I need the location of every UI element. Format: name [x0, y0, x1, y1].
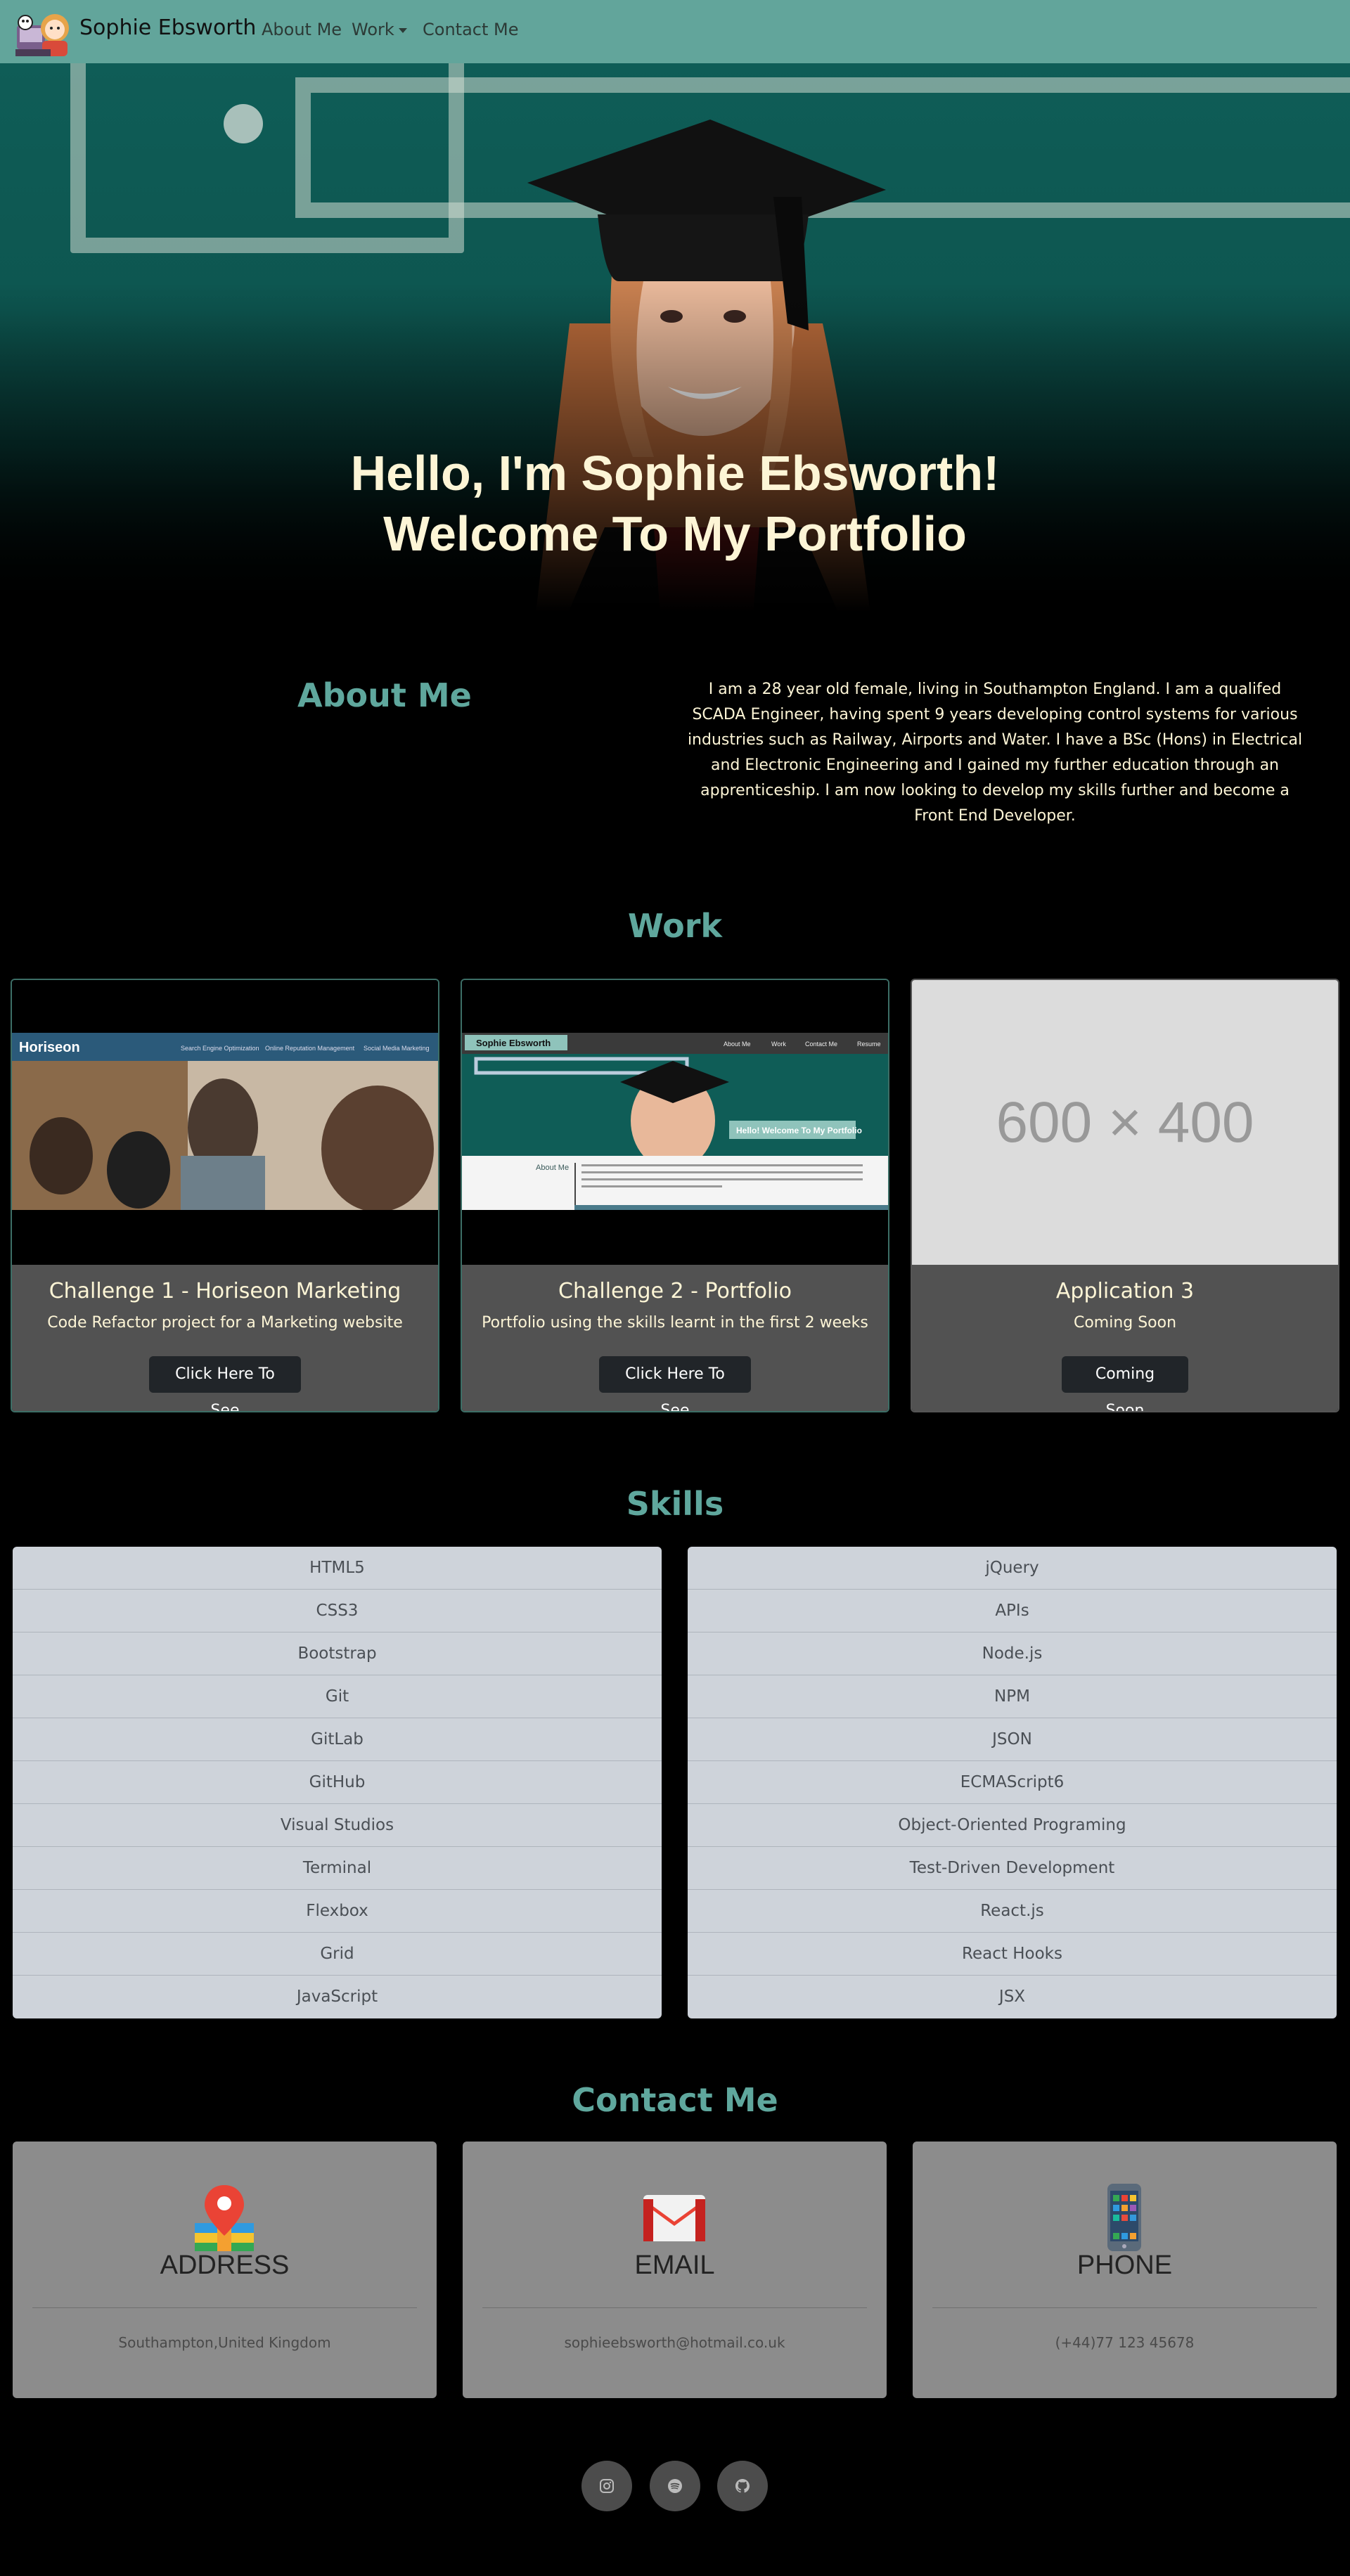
card-body: Challenge 1 - Horiseon Marketing Code Re… — [12, 1265, 438, 1411]
card-thumbnail: Horiseon Search Engine Optimization Onli… — [12, 980, 438, 1265]
skills-heading: Skills — [626, 1485, 724, 1523]
work-card: Sophie Ebsworth About Me Work Contact Me… — [461, 979, 889, 1412]
contact-email-value[interactable]: sophieebsworth@hotmail.co.uk — [463, 2334, 887, 2351]
contact-title: ADDRESS — [160, 2250, 290, 2280]
list-item: Grid — [13, 1933, 662, 1976]
navbar: Sophie Ebsworth About Me Work Contact Me — [0, 0, 1350, 63]
github-icon — [735, 2479, 750, 2493]
card-body: Challenge 2 - Portfolio Portfolio using … — [462, 1265, 888, 1411]
list-item: Test-Driven Development — [688, 1847, 1337, 1890]
list-item: JSX — [688, 1976, 1337, 2018]
list-item: React.js — [688, 1890, 1337, 1933]
list-item: Bootstrap — [13, 1632, 662, 1675]
card-text: Portfolio using the skills learnt in the… — [482, 1314, 868, 1332]
avatar-logo-icon[interactable] — [15, 7, 75, 58]
instagram-icon — [600, 2479, 614, 2493]
list-item: Flexbox — [13, 1890, 662, 1933]
contact-heading: Contact Me — [572, 2081, 778, 2119]
horiseon-thumbnail-image: Horiseon Search Engine Optimization Onli… — [12, 1033, 438, 1265]
card-text: Code Refactor project for a Marketing we… — [47, 1314, 403, 1332]
portfolio-thumbnail-image: Sophie Ebsworth About Me Work Contact Me… — [462, 1033, 888, 1265]
divider — [32, 2307, 417, 2308]
about-heading: About Me — [297, 676, 472, 714]
list-item: JavaScript — [13, 1976, 662, 2018]
list-item: Visual Studios — [13, 1804, 662, 1847]
hero-title-line-1: Hello, I'm Sophie Ebsworth! — [350, 446, 1000, 501]
thumb-nav-1: Search Engine Optimization — [181, 1045, 259, 1052]
list-item: GitHub — [13, 1761, 662, 1804]
view-project-button[interactable]: Click Here To See — [599, 1356, 751, 1411]
skills-list-right: jQuery APIs Node.js NPM JSON ECMAScript6… — [688, 1547, 1337, 2018]
work-heading: Work — [628, 907, 722, 945]
nav-work-dropdown[interactable]: Work — [352, 20, 407, 39]
nav-contact-link[interactable]: Contact Me — [423, 20, 518, 39]
contact-address-value: Southampton,United Kingdom — [118, 2334, 331, 2351]
divider — [932, 2307, 1317, 2308]
brand-name[interactable]: Sophie Ebsworth — [79, 15, 256, 40]
list-item: Git — [13, 1675, 662, 1718]
list-item: NPM — [688, 1675, 1337, 1718]
nav-work-label: Work — [352, 20, 394, 39]
contact-phone-value[interactable]: (+44)77 123 45678 — [913, 2334, 1337, 2351]
list-item: jQuery — [688, 1547, 1337, 1590]
card-title: Challenge 1 - Horiseon Marketing — [49, 1279, 401, 1303]
divider — [482, 2307, 867, 2308]
gmail-icon[interactable] — [639, 2182, 709, 2253]
map-pin-icon — [195, 2185, 254, 2251]
thumb-hero: Hello! Welcome To My Portfolio — [736, 1126, 862, 1135]
coming-soon-button[interactable]: Coming Soon — [1062, 1356, 1188, 1411]
contact-title: PHONE — [1076, 2250, 1173, 2280]
about-text: I am a 28 year old female, living in Sou… — [687, 681, 1303, 825]
contact-card-address: ADDRESS Southampton,United Kingdom — [13, 2142, 437, 2398]
spotify-icon — [668, 2479, 682, 2493]
card-text: Coming Soon — [1073, 1314, 1177, 1332]
list-item: Terminal — [13, 1847, 662, 1890]
contact-card-phone: PHONE (+44)77 123 45678 — [913, 2142, 1337, 2398]
instagram-button[interactable] — [581, 2461, 632, 2511]
hero-title-line-2: Welcome To My Portfolio — [383, 506, 967, 561]
thumb-brand: Sophie Ebsworth — [476, 1038, 551, 1048]
view-project-button[interactable]: Click Here To See — [149, 1356, 301, 1411]
list-item: HTML5 — [13, 1547, 662, 1590]
list-item: CSS3 — [13, 1590, 662, 1632]
card-title: Application 3 — [1055, 1279, 1195, 1303]
contact-title: EMAIL — [634, 2250, 715, 2280]
thumb-about: About Me — [536, 1164, 569, 1172]
list-item: React Hooks — [688, 1933, 1337, 1976]
hero-banner: Hello, I'm Sophie Ebsworth! Welcome To M… — [0, 63, 1350, 612]
spotify-button[interactable] — [650, 2461, 700, 2511]
thumb-nav-4: Resume — [857, 1041, 881, 1048]
contact-card-email: EMAIL sophieebsworth@hotmail.co.uk — [463, 2142, 887, 2398]
work-card: 600 × 400 Application 3 Coming Soon Comi… — [911, 979, 1339, 1412]
hero-title: Hello, I'm Sophie Ebsworth! Welcome To M… — [0, 443, 1350, 564]
github-button[interactable] — [717, 2461, 768, 2511]
thumb-nav-3: Social Media Marketing — [364, 1045, 430, 1052]
thumb-nav-2: Work — [771, 1041, 786, 1048]
placeholder-image: 600 × 400 — [912, 980, 1338, 1265]
thumb-brand: Horiseon — [19, 1040, 80, 1055]
list-item: Node.js — [688, 1632, 1337, 1675]
list-item: GitLab — [13, 1718, 662, 1761]
thumb-nav-3: Contact Me — [805, 1041, 837, 1048]
card-title: Challenge 2 - Portfolio — [558, 1279, 792, 1303]
list-item: Object-Oriented Programing — [688, 1804, 1337, 1847]
work-card: Horiseon Search Engine Optimization Onli… — [11, 979, 439, 1412]
nav-about-link[interactable]: About Me — [262, 20, 342, 39]
phone-icon[interactable] — [1089, 2182, 1159, 2253]
list-item: JSON — [688, 1718, 1337, 1761]
card-thumbnail: 600 × 400 — [912, 980, 1338, 1265]
card-body: Application 3 Coming Soon Coming Soon — [912, 1265, 1338, 1411]
list-item: ECMAScript6 — [688, 1761, 1337, 1804]
chevron-down-icon — [398, 27, 407, 33]
thumb-nav-2: Online Reputation Management — [265, 1045, 355, 1052]
thumb-nav-1: About Me — [724, 1041, 751, 1048]
skills-list-left: HTML5 CSS3 Bootstrap Git GitLab GitHub V… — [13, 1547, 662, 2018]
list-item: APIs — [688, 1590, 1337, 1632]
card-thumbnail: Sophie Ebsworth About Me Work Contact Me… — [462, 980, 888, 1265]
